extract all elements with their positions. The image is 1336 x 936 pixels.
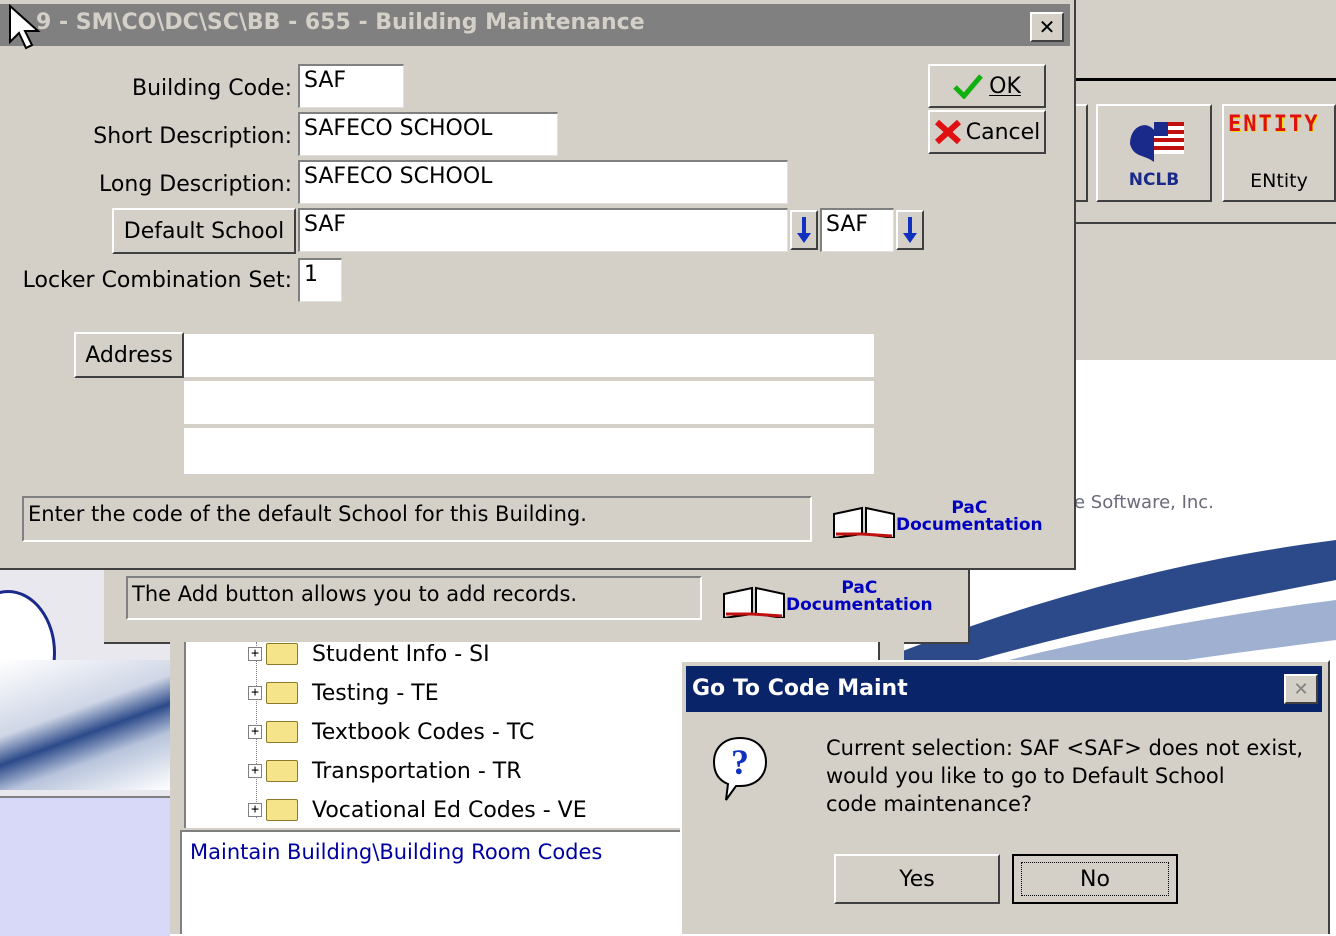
folder-icon bbox=[266, 760, 298, 782]
no-button-focus-rect: No bbox=[1021, 862, 1169, 896]
default-school-lookup-button[interactable] bbox=[790, 210, 818, 250]
background-window: NCLB ENTITY ENtity bbox=[1070, 0, 1336, 360]
go-to-code-maint-dialog: Go To Code Maint ✕ ? Current selection: … bbox=[680, 660, 1330, 934]
doc-link-text[interactable]: PaC Documentation bbox=[896, 500, 1043, 534]
address-line-3[interactable] bbox=[184, 428, 874, 474]
default-school-code-lookup-button[interactable] bbox=[896, 210, 924, 250]
confirm-close-button[interactable]: ✕ bbox=[1284, 674, 1318, 704]
confirm-title: Go To Code Maint bbox=[692, 676, 908, 701]
address-line-1[interactable] bbox=[184, 334, 874, 378]
tree-footer-text: Maintain Building\Building Room Codes bbox=[190, 840, 603, 864]
short-description-field[interactable]: SAFECO SCHOOL bbox=[298, 112, 558, 156]
expand-icon[interactable]: + bbox=[248, 647, 262, 661]
expand-icon[interactable]: + bbox=[248, 686, 262, 700]
locker-combination-field[interactable]: 1 bbox=[298, 258, 342, 302]
tree-item[interactable]: + Textbook Codes - TC bbox=[248, 714, 534, 750]
status-bar: Enter the code of the default School for… bbox=[22, 496, 812, 542]
doc-link-line2: Documentation bbox=[896, 515, 1043, 535]
building-maintenance-dialog: 9 - SM\CO\DC\SC\BB - 655 - Building Main… bbox=[0, 0, 1076, 570]
mouse-cursor-icon bbox=[9, 4, 41, 50]
under-doc-link[interactable]: PaC Documentation bbox=[722, 578, 933, 622]
default-school-code-field[interactable]: SAF bbox=[820, 208, 894, 252]
confirm-message-line1: Current selection: SAF <SAF> does not ex… bbox=[826, 736, 1304, 760]
folder-icon bbox=[266, 721, 298, 743]
confirm-title-bar: Go To Code Maint ✕ bbox=[686, 666, 1322, 712]
confirm-message-line3: code maintenance? bbox=[826, 792, 1033, 816]
toolbar-divider bbox=[1070, 78, 1336, 81]
tree-item-label: Vocational Ed Codes - VE bbox=[312, 797, 587, 823]
tree-item-label: Textbook Codes - TC bbox=[312, 719, 535, 745]
no-button[interactable]: No bbox=[1012, 854, 1178, 904]
tree-item[interactable]: + Student Info - SI bbox=[248, 636, 490, 672]
expand-icon[interactable]: + bbox=[248, 803, 262, 817]
entity-label: ENtity bbox=[1250, 170, 1308, 192]
yes-button[interactable]: Yes bbox=[834, 854, 1000, 904]
ok-label: OK bbox=[989, 73, 1021, 99]
tree-item[interactable]: + Testing - TE bbox=[248, 675, 439, 711]
entity-button[interactable]: ENTITY ENtity bbox=[1222, 104, 1336, 202]
building-code-field[interactable]: SAF bbox=[298, 64, 404, 108]
cancel-label: Cancel bbox=[965, 119, 1041, 145]
short-description-label: Short Description: bbox=[93, 124, 292, 149]
dialog-title: 9 - SM\CO\DC\SC\BB - 655 - Building Main… bbox=[36, 10, 645, 35]
default-school-field[interactable]: SAF bbox=[298, 208, 788, 252]
doc-link[interactable]: PaC Documentation bbox=[832, 498, 1052, 542]
nclb-flag-icon bbox=[1130, 122, 1184, 162]
close-button[interactable]: ✕ bbox=[1030, 12, 1064, 42]
long-description-field[interactable]: SAFECO SCHOOL bbox=[298, 160, 788, 204]
blue-down-arrow-icon bbox=[797, 217, 811, 243]
red-x-icon bbox=[934, 119, 961, 145]
address-line-2[interactable] bbox=[184, 381, 874, 425]
blue-down-arrow-icon bbox=[903, 217, 917, 243]
locker-combination-label: Locker Combination Set: bbox=[22, 268, 292, 293]
address-button-label: Address bbox=[85, 342, 173, 368]
confirm-message: Current selection: SAF <SAF> does not ex… bbox=[826, 734, 1303, 818]
pen-graphic bbox=[0, 660, 170, 790]
long-description-label: Long Description: bbox=[99, 172, 292, 197]
folder-icon bbox=[266, 643, 298, 665]
under-dialog: The Add button allows you to add records… bbox=[104, 560, 970, 644]
ok-button[interactable]: OK bbox=[928, 64, 1046, 108]
green-check-icon bbox=[953, 74, 984, 99]
tree-item[interactable]: + Vocational Ed Codes - VE bbox=[248, 792, 587, 828]
tree-item[interactable]: + Transportation - TR bbox=[248, 753, 522, 789]
confirm-message-line2: would you like to go to Default School bbox=[826, 764, 1225, 788]
tree-item-label: Transportation - TR bbox=[312, 758, 522, 784]
default-school-button-label: Default School bbox=[123, 218, 285, 244]
tree-item-label: Testing - TE bbox=[312, 680, 439, 706]
svg-text:?: ? bbox=[731, 742, 749, 782]
expand-icon[interactable]: + bbox=[248, 725, 262, 739]
expand-icon[interactable]: + bbox=[248, 764, 262, 778]
lavender-panel bbox=[0, 796, 170, 936]
nclb-label: NCLB bbox=[1128, 170, 1180, 190]
folder-icon bbox=[266, 682, 298, 704]
doc-link-line2: Documentation bbox=[786, 595, 933, 615]
book-icon bbox=[723, 586, 785, 618]
building-code-label: Building Code: bbox=[132, 76, 292, 101]
close-icon: ✕ bbox=[1038, 15, 1056, 39]
entity-logo-icon: ENTITY bbox=[1228, 112, 1320, 137]
company-text: e Software, Inc. bbox=[1074, 492, 1214, 513]
cancel-button[interactable]: Cancel bbox=[928, 110, 1046, 154]
book-icon bbox=[833, 506, 895, 538]
title-bar: 9 - SM\CO\DC\SC\BB - 655 - Building Main… bbox=[0, 4, 1070, 46]
default-school-button[interactable]: Default School bbox=[112, 208, 296, 254]
toolbar-divider-2 bbox=[1070, 222, 1336, 224]
tree-footer: Maintain Building\Building Room Codes bbox=[180, 830, 690, 934]
folder-icon bbox=[266, 799, 298, 821]
address-button[interactable]: Address bbox=[74, 332, 184, 378]
under-status-bar: The Add button allows you to add records… bbox=[126, 576, 702, 620]
tree-item-label: Student Info - SI bbox=[312, 641, 490, 667]
nclb-button[interactable]: NCLB bbox=[1096, 104, 1212, 202]
under-status-text: The Add button allows you to add records… bbox=[132, 582, 578, 606]
yes-label: Yes bbox=[899, 866, 935, 892]
question-icon: ? bbox=[712, 736, 768, 801]
under-doc-link-text[interactable]: PaC Documentation bbox=[786, 580, 933, 614]
status-text: Enter the code of the default School for… bbox=[28, 502, 587, 526]
no-label: No bbox=[1080, 866, 1110, 892]
